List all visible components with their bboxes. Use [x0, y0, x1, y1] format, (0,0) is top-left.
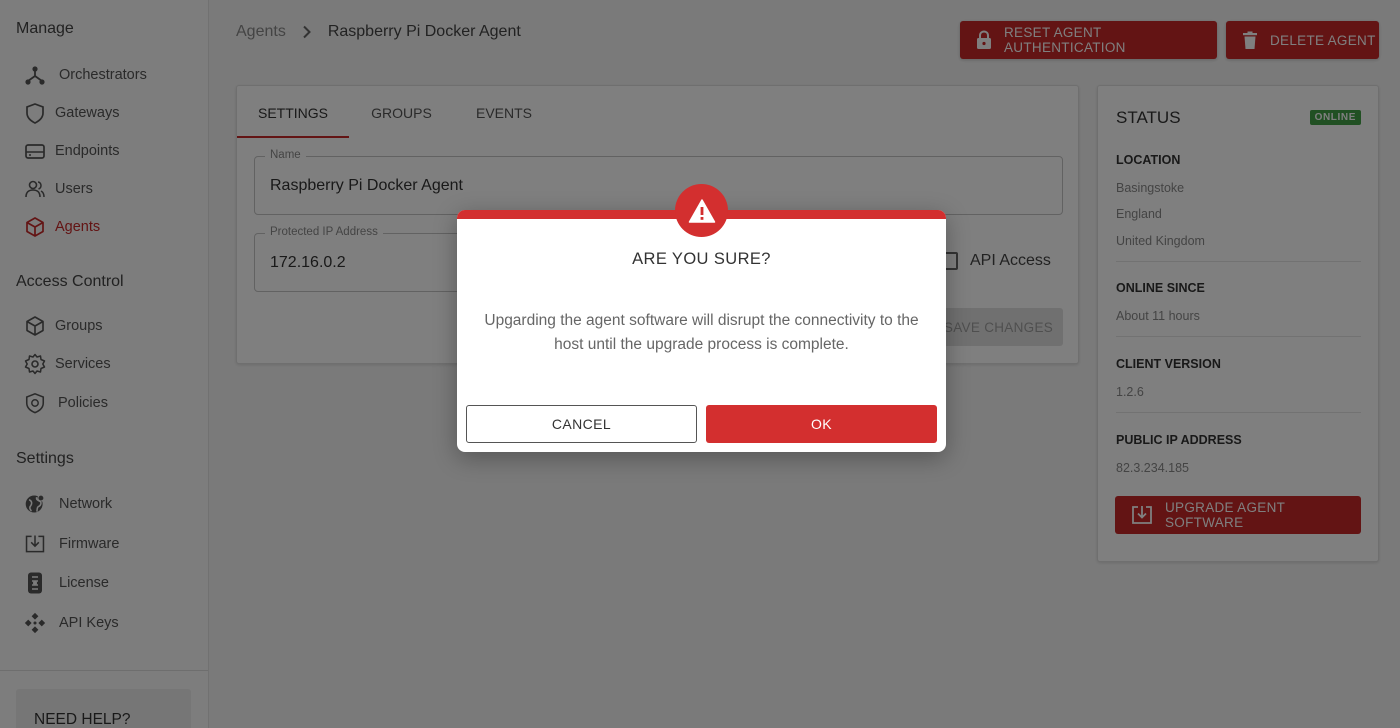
- cancel-button[interactable]: CANCEL: [466, 405, 697, 443]
- ok-button[interactable]: OK: [706, 405, 937, 443]
- confirm-dialog: ARE YOU SURE? Upgarding the agent softwa…: [457, 184, 946, 452]
- warning-icon: [675, 184, 728, 237]
- dialog-message: Upgarding the agent software will disrup…: [484, 312, 919, 353]
- dialog-title: ARE YOU SURE?: [632, 250, 771, 268]
